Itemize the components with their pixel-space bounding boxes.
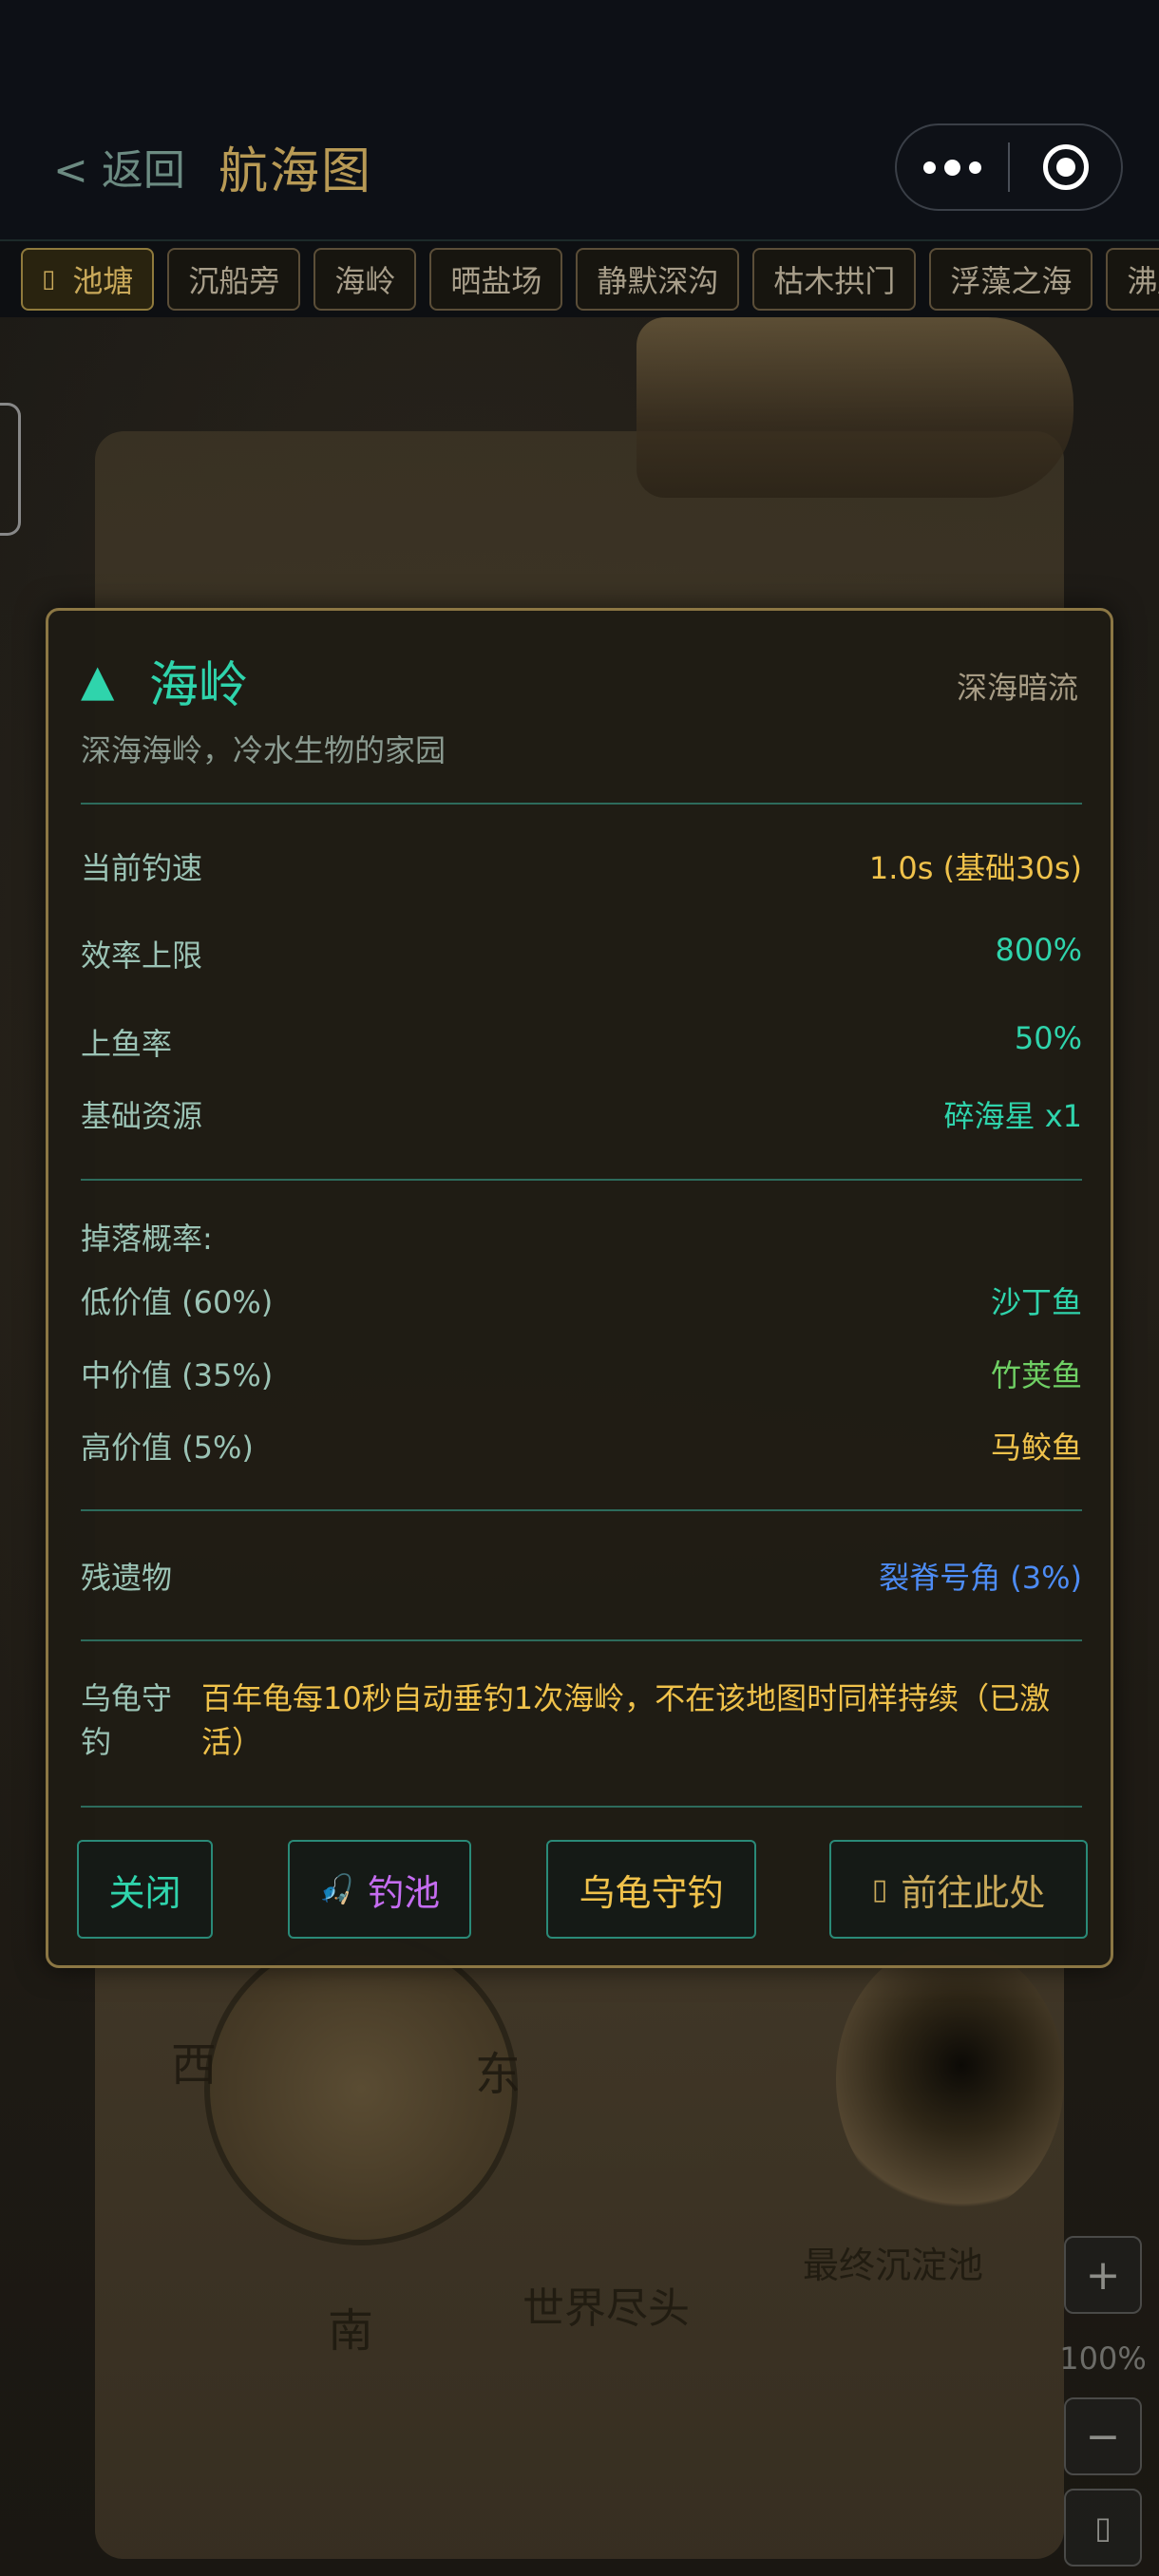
stat-row: 上鱼率 50% (81, 1020, 1082, 1066)
relic-row: 残遗物 裂脊号角 (3%) (81, 1554, 1082, 1600)
go-label: 前往此处 (901, 1871, 1046, 1914)
more-icon[interactable] (897, 159, 1008, 176)
drop-row: 高价值 (5%) 马鲛鱼 (81, 1424, 1082, 1469)
divider (81, 1806, 1082, 1808)
tab-algae-sea[interactable]: 浮藻之海 (929, 248, 1093, 311)
stat-key: 当前钓速 (81, 850, 203, 886)
pool-label: 钓池 (368, 1871, 441, 1914)
tab-label: 枯木拱门 (773, 263, 896, 299)
back-button[interactable]: < 返回 (53, 138, 185, 195)
zone-tag: 深海暗流 (956, 670, 1078, 706)
top-bar: < 返回 航海图 (0, 0, 1159, 239)
guard-value: 百年龟每10秒自动垂钓1次海岭，不在该地图时同样持续（已激活） (201, 1680, 1051, 1760)
drop-title-row: 掉落概率: (81, 1215, 1082, 1260)
tab-sea-ridge[interactable]: 海岭 (314, 248, 417, 311)
minus-icon: − (1085, 2412, 1121, 2461)
stat-row: 当前钓速 1.0s (基础30s) (81, 844, 1082, 890)
stat-key: 上鱼率 (81, 1026, 173, 1062)
close-button[interactable]: 关闭 (77, 1840, 213, 1939)
dialog-header: ▲ 海岭 深海暗流 (81, 645, 1078, 714)
stat-value: 800% (995, 932, 1082, 968)
divider (81, 1179, 1082, 1181)
drop-title: 掉落概率: (81, 1221, 213, 1257)
plus-icon: + (1085, 2250, 1121, 2300)
locate-icon: ▯ (1094, 2510, 1112, 2546)
drop-value: 沙丁鱼 (990, 1284, 1082, 1320)
drop-key: 高价值 (5%) (81, 1430, 254, 1466)
tab-shipwreck[interactable]: 沉船旁 (167, 248, 301, 311)
fishing-pole-icon: 🎣 (318, 1872, 355, 1906)
divider (81, 803, 1082, 805)
tab-label: 沉船旁 (188, 263, 280, 299)
compass-rose-image (204, 1932, 518, 2245)
go-here-button[interactable]: ▯ 前往此处 (829, 1840, 1088, 1939)
location-description: 深海海岭，冷水生物的家园 (81, 732, 446, 768)
triangle-icon: ▲ (81, 654, 115, 706)
tab-pond[interactable]: ▯ 池塘 (21, 248, 155, 311)
tab-deadwood-arch[interactable]: 枯木拱门 (752, 248, 917, 311)
drawer-handle[interactable] (0, 403, 21, 536)
stat-row: 效率上限 800% (81, 932, 1082, 977)
map-label-world-end: 世界尽头 (522, 2284, 690, 2333)
stat-row: 基础资源 碎海星 x1 (81, 1092, 1082, 1138)
close-label: 关闭 (108, 1871, 181, 1914)
drop-value: 竹荚鱼 (990, 1357, 1082, 1393)
map-label-east: 东 (475, 2048, 522, 2101)
turtle-label: 乌龟守钓 (579, 1871, 724, 1914)
stat-key: 基础资源 (81, 1098, 203, 1134)
vortex-image (836, 1941, 1064, 2217)
back-label: < 返回 (53, 146, 185, 195)
close-miniprogram-icon[interactable] (1010, 144, 1121, 190)
location-detail-dialog: ▲ 海岭 深海暗流 深海海岭，冷水生物的家园 当前钓速 1.0s (基础30s)… (46, 608, 1113, 1968)
relic-value: 裂脊号角 (3%) (879, 1560, 1082, 1596)
dialog-title: 海岭 (149, 657, 249, 714)
stat-value: 50% (1014, 1020, 1082, 1056)
anchor-icon: ▯ (871, 1872, 888, 1906)
stat-value: 碎海星 x1 (943, 1098, 1082, 1134)
drop-value: 马鲛鱼 (990, 1430, 1082, 1466)
tab-label: 海岭 (334, 263, 396, 299)
relic-key: 残遗物 (81, 1560, 173, 1596)
stat-value: 1.0s (基础30s) (868, 850, 1082, 886)
tab-salt-field[interactable]: 晒盐场 (429, 248, 563, 311)
tab-label: 晒盐场 (450, 263, 542, 299)
mini-program-capsule (895, 123, 1123, 211)
drop-key: 低价值 (60%) (81, 1284, 274, 1320)
drop-key: 中价值 (35%) (81, 1357, 274, 1393)
locate-button[interactable]: ▯ (1064, 2489, 1142, 2567)
map-label-south: 南 (328, 2304, 374, 2358)
spyglass-image (636, 317, 1074, 498)
zoom-out-button[interactable]: − (1064, 2397, 1142, 2475)
tab-boiling[interactable]: 沸腾 (1106, 248, 1159, 311)
stat-key: 效率上限 (81, 938, 203, 974)
tab-silent-trench[interactable]: 静默深沟 (576, 248, 740, 311)
drop-row: 中价值 (35%) 竹荚鱼 (81, 1352, 1082, 1397)
page-title: 航海图 (218, 142, 373, 200)
fishing-pool-button[interactable]: 🎣 钓池 (288, 1840, 471, 1939)
fish-icon: ▯ (42, 265, 56, 294)
tab-label: 沸腾 (1127, 263, 1159, 299)
tab-label: 静默深沟 (597, 263, 719, 299)
tab-label: 池塘 (72, 263, 134, 299)
turtle-guard-row: 乌龟守钓 百年龟每10秒自动垂钓1次海岭，不在该地图时同样持续（已激活） (81, 1676, 1082, 1771)
map-label-west: 西 (171, 2038, 218, 2092)
location-tabs: ▯ 池塘 沉船旁 海岭 晒盐场 静默深沟 枯木拱门 浮藻之海 沸腾 (0, 239, 1159, 317)
tab-label: 浮藻之海 (950, 263, 1073, 299)
guard-key: 乌龟守钓 (81, 1680, 173, 1760)
divider (81, 1509, 1082, 1511)
turtle-guard-button[interactable]: 乌龟守钓 (546, 1840, 756, 1939)
divider (81, 1639, 1082, 1641)
map-label-final-pool: 最终沉淀池 (803, 2245, 984, 2286)
zoom-in-button[interactable]: + (1064, 2236, 1142, 2314)
drop-row: 低价值 (60%) 沙丁鱼 (81, 1279, 1082, 1324)
zoom-level: 100% (1059, 2340, 1147, 2377)
